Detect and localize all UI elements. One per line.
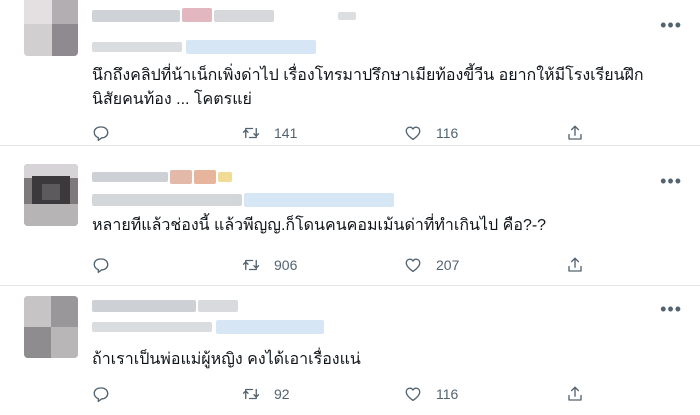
share-icon: [568, 386, 582, 401]
display-name-blurred[interactable]: [92, 172, 168, 182]
retweet-button[interactable]: 141: [242, 122, 297, 144]
like-count: 207: [436, 257, 460, 273]
share-button[interactable]: [566, 122, 584, 144]
display-name-blurred[interactable]: [92, 10, 180, 22]
more-icon[interactable]: •••: [660, 172, 682, 190]
handle-blurred[interactable]: [92, 42, 182, 52]
retweet-button[interactable]: 92: [242, 383, 290, 405]
retweet-icon: [242, 259, 260, 271]
tweet-text: ถ้าเราเป็นพ่อแม่ผู้หญิง คงได้เอาเรื่องแน…: [92, 348, 361, 372]
reply-icon: [93, 258, 109, 274]
avatar[interactable]: [24, 296, 78, 358]
tweet-text: นึกถึงคลิปที่น้าเน็กเพิ่งด่าไป เรื่องโทร…: [92, 64, 644, 112]
tweet-text-line: นึกถึงคลิปที่น้าเน็กเพิ่งด่าไป เรื่องโทร…: [92, 67, 644, 84]
display-name-blurred[interactable]: [92, 300, 196, 312]
tweet-3[interactable]: ••• ถ้าเราเป็นพ่อแม่ผู้หญิง คงได้เอาเรื่…: [0, 286, 700, 415]
more-icon[interactable]: •••: [660, 16, 682, 34]
tweet-text-line: หลายทีแล้วช่องนี้ แล้วพีญญ.ก็โดนคนคอมเม้…: [92, 217, 547, 234]
handle-blurred[interactable]: [92, 322, 212, 332]
reply-button[interactable]: [92, 254, 110, 276]
retweet-count: 906: [274, 257, 298, 273]
retweet-count: 141: [274, 125, 298, 141]
display-name-blurred: [182, 8, 212, 22]
tweet-1[interactable]: ••• นึกถึงคลิปที่น้าเน็กเพิ่งด่าไป เรื่อ…: [0, 0, 700, 146]
share-icon: [568, 125, 582, 140]
share-button[interactable]: [566, 383, 584, 405]
like-button[interactable]: 207: [404, 254, 459, 276]
avatar[interactable]: [24, 0, 78, 56]
retweet-icon: [242, 388, 260, 400]
tweet-text: หลายทีแล้วช่องนี้ แล้วพีญญ.ก็โดนคนคอมเม้…: [92, 214, 546, 238]
display-name-blurred: [198, 300, 238, 312]
handle-blurred: [186, 40, 316, 54]
handle-blurred: [244, 193, 394, 207]
share-button[interactable]: [566, 254, 584, 276]
avatar[interactable]: [24, 164, 78, 226]
more-icon[interactable]: •••: [660, 300, 682, 318]
like-button[interactable]: 116: [404, 122, 458, 144]
handle-blurred[interactable]: [92, 194, 242, 206]
tweet-2[interactable]: ••• หลายทีแล้วช่องนี้ แล้วพีญญ.ก็โดนคนคอ…: [0, 146, 700, 286]
like-count: 116: [436, 125, 459, 141]
like-icon: [405, 387, 421, 402]
retweet-button[interactable]: 906: [242, 254, 297, 276]
tweet-text-line: นิสัยคนท้อง ... โคตรแย่: [92, 91, 252, 108]
like-icon: [405, 126, 421, 141]
reply-icon: [93, 126, 109, 142]
reply-button[interactable]: [92, 383, 110, 405]
reply-button[interactable]: [92, 122, 110, 144]
display-name-blurred: [214, 10, 274, 22]
like-icon: [405, 258, 421, 273]
display-name-blurred: [338, 12, 356, 20]
display-name-blurred: [218, 172, 232, 182]
reply-icon: [93, 387, 109, 403]
like-count: 116: [436, 386, 459, 402]
display-name-blurred: [194, 170, 216, 184]
share-icon: [568, 257, 582, 272]
handle-blurred: [216, 320, 324, 334]
retweet-count: 92: [274, 386, 290, 402]
like-button[interactable]: 116: [404, 383, 458, 405]
tweet-text-line: ถ้าเราเป็นพ่อแม่ผู้หญิง คงได้เอาเรื่องแน…: [92, 351, 361, 368]
retweet-icon: [242, 127, 260, 139]
display-name-blurred: [170, 170, 192, 184]
